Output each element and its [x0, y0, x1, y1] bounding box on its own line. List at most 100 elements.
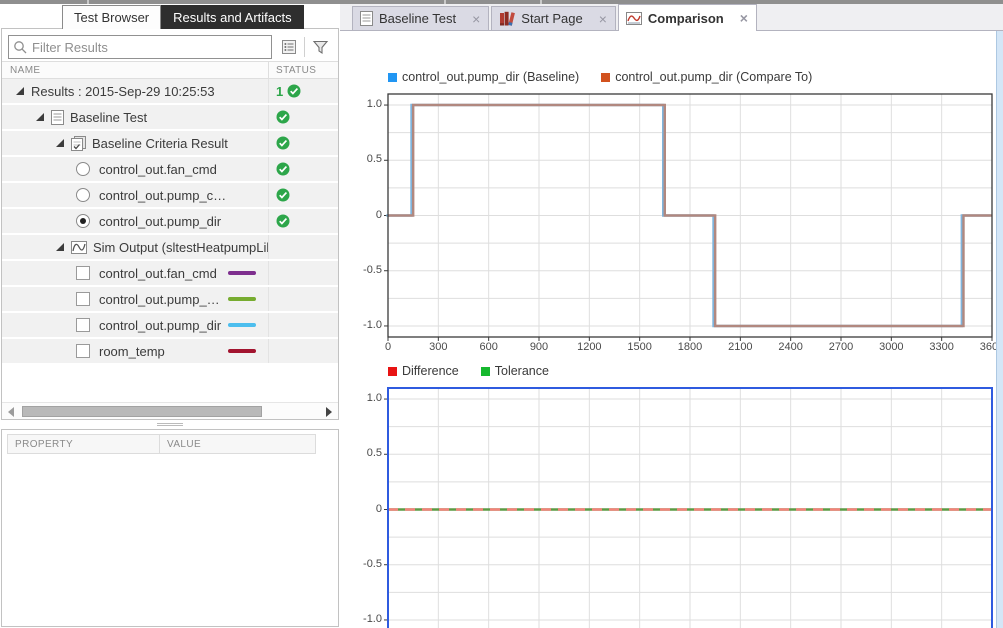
- tree-row-status-cell: [268, 313, 338, 337]
- horizontal-scrollbar[interactable]: [2, 402, 338, 419]
- x-axis-tick-label: 2100: [728, 341, 753, 353]
- tree-row-status-cell: [268, 105, 338, 129]
- results-tree: Results : 2015-Sep-29 10:25:53 1 Baseline …: [2, 79, 338, 401]
- x-axis-tick-label: 2700: [828, 341, 854, 353]
- books-icon: [499, 11, 516, 27]
- signal-checkbox[interactable]: [76, 266, 90, 280]
- signal-checkbox[interactable]: [76, 318, 90, 332]
- tree-row-label: Baseline Test: [70, 109, 148, 125]
- document-pane: Baseline Test × Start Page × Comparison × con…: [340, 4, 1003, 628]
- scroll-right-arrow[interactable]: [326, 407, 332, 417]
- legend-entry: control_out.pump_dir (Baseline): [388, 70, 579, 84]
- signal-icon: [71, 240, 87, 254]
- results-tree-panel: NAME STATUS Results : 2015-Sep-29 10:25:…: [1, 28, 339, 420]
- tree-row-name-cell: Baseline Criteria Result: [2, 131, 268, 155]
- tree-row[interactable]: control_out.pump_…: [2, 287, 338, 311]
- x-axis-tick-label: 1800: [677, 341, 703, 353]
- tree-row-status-cell: [268, 287, 338, 311]
- tab-close-icon[interactable]: ×: [599, 11, 607, 27]
- radio-button[interactable]: [76, 188, 90, 202]
- vertical-scrollbar[interactable]: [996, 31, 1003, 628]
- tree-row-status-cell: [268, 235, 338, 259]
- status-pass-icon: [276, 136, 290, 150]
- tab-comparison[interactable]: Comparison ×: [617, 4, 757, 31]
- legend-label: control_out.pump_dir (Compare To): [615, 70, 813, 84]
- tree-row[interactable]: control_out.pump_c…: [2, 183, 338, 207]
- legend-label: Tolerance: [494, 364, 549, 378]
- tab-start-page[interactable]: Start Page ×: [491, 6, 616, 30]
- x-axis-tick-label: 1500: [627, 341, 652, 353]
- report-button[interactable]: [276, 35, 302, 59]
- y-axis-tick-label: 1.0: [366, 392, 382, 405]
- tree-row[interactable]: control_out.fan_cmd: [2, 261, 338, 285]
- comparison-charts-area: control_out.pump_dir (Baseline) control_o…: [340, 32, 996, 628]
- legend-swatch: [388, 72, 397, 82]
- tree-row[interactable]: Baseline Test: [2, 105, 338, 129]
- tab-label: Comparison: [647, 10, 724, 26]
- scroll-left-arrow[interactable]: [8, 407, 14, 417]
- tree-row[interactable]: Baseline Criteria Result: [2, 131, 338, 155]
- signal-checkbox[interactable]: [76, 344, 90, 358]
- legend-entry: Tolerance: [480, 364, 549, 378]
- x-axis-tick-label: 3000: [879, 341, 904, 353]
- status-pass-icon: [287, 84, 301, 98]
- tree-row[interactable]: Sim Output (sltestHeatpumpLibr: [2, 235, 338, 259]
- tree-row-name-cell: control_out.pump_…: [2, 287, 268, 311]
- tree-row-name-cell: control_out.fan_cmd: [2, 261, 268, 285]
- chart-plot-area[interactable]: [384, 93, 993, 341]
- chart-legend: Difference Tolerance: [388, 364, 549, 378]
- tab-test-browser[interactable]: Test Browser: [62, 5, 162, 29]
- legend-label: Difference: [402, 364, 459, 378]
- tree-row[interactable]: control_out.pump_dir: [2, 313, 338, 337]
- expander-icon[interactable]: [36, 113, 44, 121]
- tree-row[interactable]: control_out.fan_cmd: [2, 157, 338, 181]
- tab-close-icon[interactable]: ×: [740, 10, 748, 26]
- filter-results-input[interactable]: [32, 39, 267, 55]
- tab-baseline-test[interactable]: Baseline Test ×: [352, 6, 490, 30]
- x-axis-tick-label: 1200: [577, 341, 602, 353]
- tab-results-and-artifacts[interactable]: Results and Artifacts: [161, 5, 304, 29]
- tree-row-name-cell: control_out.fan_cmd: [2, 157, 268, 181]
- expander-icon[interactable]: [56, 139, 64, 147]
- criteria-icon: [71, 135, 86, 151]
- legend-entry: Difference: [388, 364, 459, 378]
- x-axis-tick-label: 600: [479, 341, 498, 353]
- toolbar-divider: [304, 37, 305, 57]
- tree-row[interactable]: room_temp: [2, 339, 338, 363]
- filter-results-box[interactable]: [8, 35, 272, 59]
- property-panel: PROPERTY VALUE: [1, 429, 339, 627]
- x-axis-tick-label: 3300: [929, 341, 954, 353]
- tab-close-icon[interactable]: ×: [472, 11, 480, 27]
- signal-color-swatch: [228, 349, 256, 353]
- tree-row-label: room_temp: [99, 343, 165, 359]
- tree-row[interactable]: control_out.pump_dir: [2, 209, 338, 233]
- document-icon: [51, 109, 64, 125]
- search-icon: [14, 40, 27, 53]
- expander-icon[interactable]: [56, 243, 64, 251]
- comparison-chart-icon: [625, 11, 642, 25]
- scrollbar-thumb[interactable]: [22, 406, 262, 417]
- tree-row-label: control_out.pump_c…: [99, 187, 227, 203]
- radio-button[interactable]: [76, 162, 90, 176]
- expander-icon[interactable]: [16, 87, 24, 95]
- tree-row-name-cell: control_out.pump_c…: [2, 183, 268, 207]
- tree-row[interactable]: Results : 2015-Sep-29 10:25:53 1: [2, 79, 338, 103]
- status-pass-icon: [276, 162, 290, 176]
- tree-row-name-cell: control_out.pump_dir: [2, 313, 268, 337]
- legend-entry: control_out.pump_dir (Compare To): [601, 70, 812, 84]
- x-axis-tick-label: 300: [429, 341, 448, 353]
- status-pass-icon: [276, 214, 290, 228]
- pane-splitter[interactable]: [0, 420, 340, 429]
- filter-button[interactable]: [307, 35, 333, 59]
- status-column-header: STATUS: [268, 62, 338, 78]
- tree-row-label: Baseline Criteria Result: [92, 135, 228, 151]
- document-tab-strip: Baseline Test × Start Page × Comparison ×: [340, 4, 1003, 31]
- simulink-test-manager-window: Test Browser Results and Artifacts Filte…: [0, 0, 1003, 628]
- tree-row-label: Sim Output (sltestHeatpumpLibr: [93, 239, 268, 255]
- signal-checkbox[interactable]: [76, 292, 90, 306]
- x-axis-tick-label: 2400: [778, 341, 803, 353]
- x-axis-tick-label: 3600: [979, 341, 996, 353]
- radio-button[interactable]: [76, 214, 90, 228]
- chart-plot-area[interactable]: [384, 387, 993, 628]
- y-axis-tick-label: 1.0: [366, 98, 382, 111]
